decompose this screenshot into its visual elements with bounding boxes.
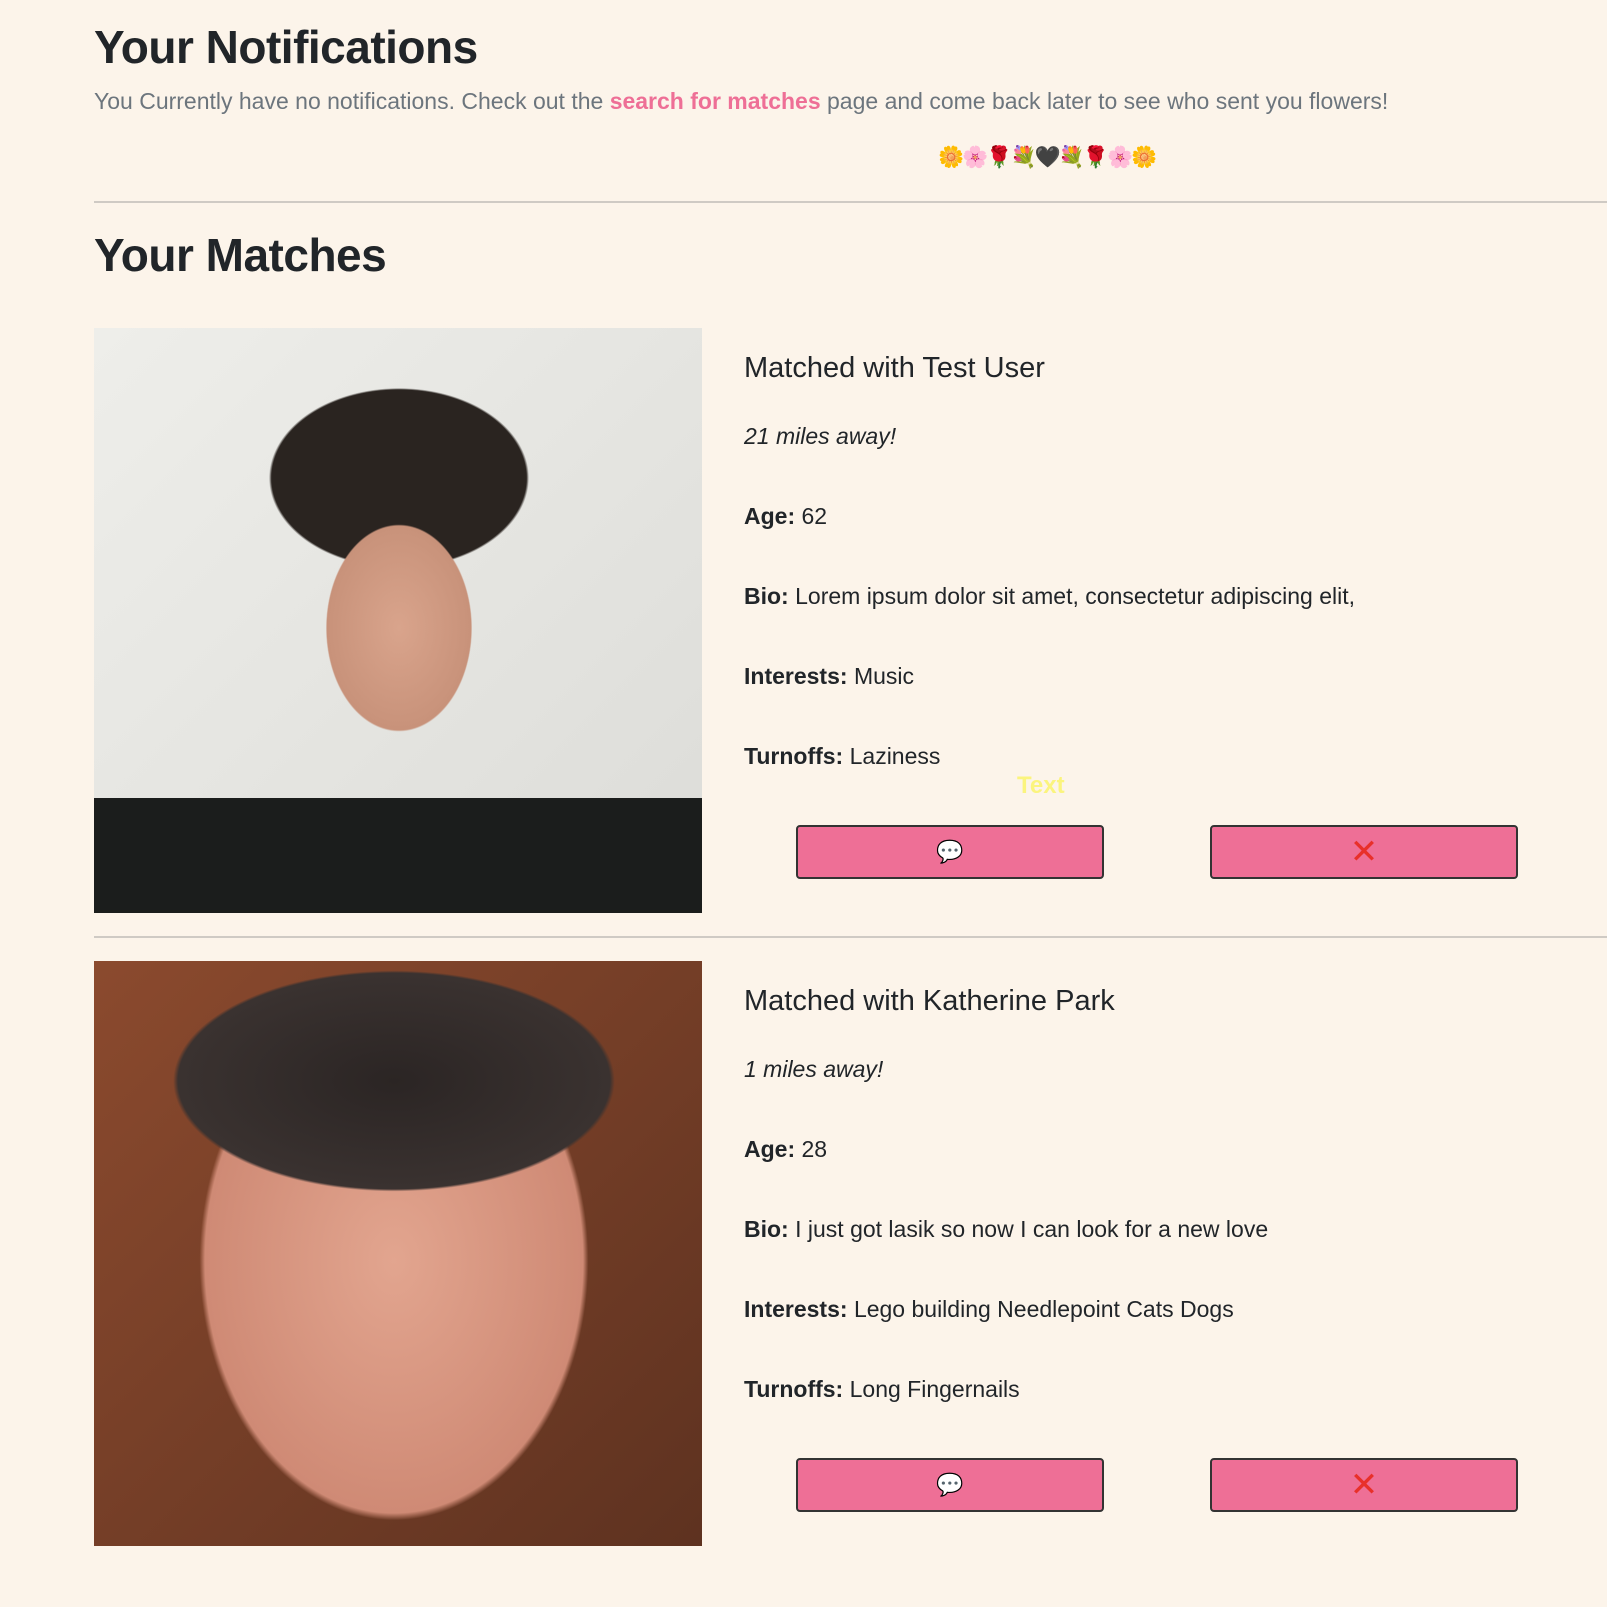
match-bio: Bio: I just got lasik so now I can look …: [744, 1216, 1269, 1242]
message-button[interactable]: 💬: [796, 825, 1104, 879]
match-photo: [94, 961, 702, 1546]
flowers-emoji-row: 🌼🌸🌹💐🖤💐🌹🌸🌼: [938, 146, 1157, 169]
match-age: Age: 28: [744, 1136, 828, 1162]
match-photo: [94, 328, 702, 913]
speech-bubble-icon: 💬: [936, 839, 964, 864]
text-hint-label: Text: [1017, 772, 1065, 799]
notifications-heading: Your Notifications: [94, 21, 478, 73]
match-distance: 1 miles away!: [744, 1056, 884, 1082]
close-icon: ✕: [1349, 833, 1379, 871]
match-interests: Interests: Lego building Needlepoint Cat…: [744, 1296, 1234, 1322]
speech-bubble-icon: 💬: [936, 1472, 964, 1497]
unmatch-button[interactable]: ✕: [1210, 1458, 1518, 1512]
match-age: Age: 62: [744, 503, 828, 529]
match-card: Matched with Katherine Park 1 miles away…: [94, 961, 1607, 1546]
match-turnoffs: Turnoffs: Long Fingernails: [744, 1376, 1020, 1402]
matches-heading: Your Matches: [94, 229, 387, 281]
divider: [94, 201, 1607, 203]
match-card: Matched with Test User 21 miles away! Ag…: [94, 328, 1607, 913]
search-matches-link[interactable]: search for matches: [610, 88, 821, 114]
unmatch-button[interactable]: ✕: [1210, 825, 1518, 879]
message-text: You Currently have no notifications. Che…: [94, 88, 610, 114]
match-bio: Bio: Lorem ipsum dolor sit amet, consect…: [744, 583, 1356, 609]
match-interests: Interests: Music: [744, 663, 914, 689]
message-button[interactable]: 💬: [796, 1458, 1104, 1512]
match-name: Matched with Katherine Park: [744, 985, 1115, 1017]
divider: [94, 936, 1607, 938]
match-distance: 21 miles away!: [744, 423, 897, 449]
match-name: Matched with Test User: [744, 352, 1045, 384]
match-turnoffs: Turnoffs: Laziness: [744, 743, 941, 769]
close-icon: ✕: [1349, 1466, 1379, 1504]
notifications-message: You Currently have no notifications. Che…: [94, 88, 1388, 115]
message-text: page and come back later to see who sent…: [820, 88, 1389, 114]
